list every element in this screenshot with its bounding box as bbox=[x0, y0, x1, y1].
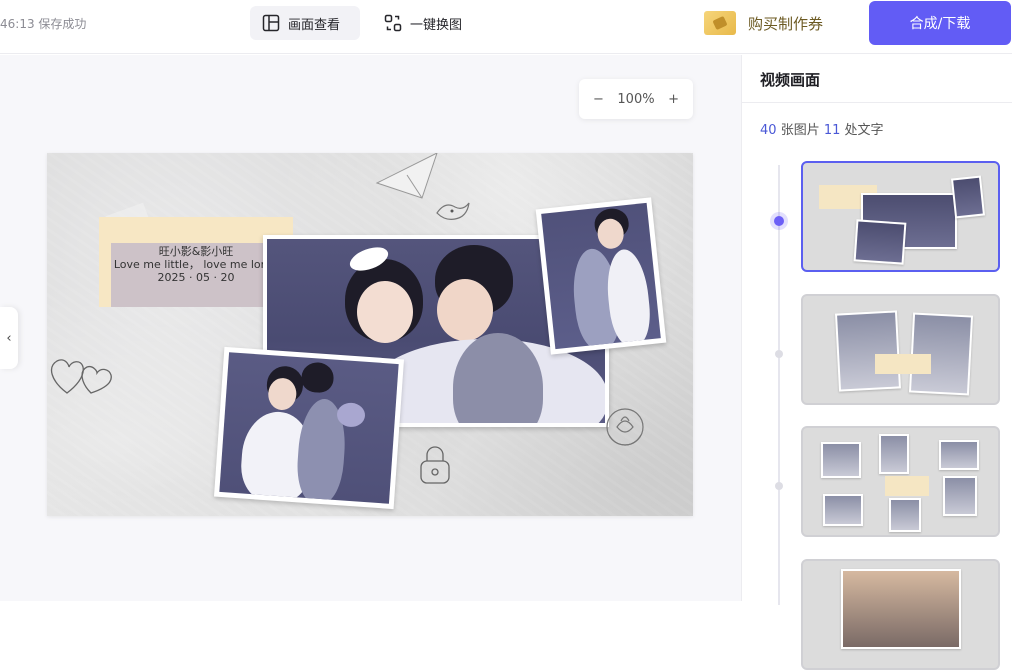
scene-list-panel: 视频画面 40 张图片 11 处文字 bbox=[741, 55, 1012, 670]
tab-view-canvas[interactable]: 画面查看 bbox=[250, 6, 360, 40]
text-count: 11 bbox=[823, 123, 841, 138]
zoom-in-button[interactable]: + bbox=[668, 92, 679, 107]
layout-icon bbox=[262, 14, 280, 32]
compose-download-button[interactable]: 合成/下载 bbox=[869, 1, 1011, 45]
timeline-dot-active bbox=[774, 216, 784, 226]
tab-view-label: 画面查看 bbox=[288, 17, 341, 33]
paper-plane-doodle bbox=[375, 153, 470, 220]
text-count-label: 处文字 bbox=[844, 123, 884, 138]
hearts-doodle bbox=[50, 359, 112, 394]
photo-bottom-left[interactable] bbox=[213, 346, 405, 510]
timeline-dot bbox=[775, 350, 783, 358]
image-count-label: 张图片 bbox=[780, 123, 820, 138]
tab-swap-label: 一键换图 bbox=[410, 17, 463, 33]
collapse-panel-button[interactable]: ‹ bbox=[0, 307, 18, 369]
canvas-area: ‹ − 100% + 旺小影&影小旺 Love me little， love … bbox=[0, 55, 741, 601]
tab-swap-image[interactable]: 一键换图 bbox=[372, 6, 482, 40]
scene-preview[interactable]: 旺小影&影小旺 Love me little， love me long. 20… bbox=[47, 153, 693, 516]
scene-thumbnail-4[interactable] bbox=[801, 559, 1000, 670]
zoom-out-button[interactable]: − bbox=[593, 92, 604, 107]
photo-top-right[interactable] bbox=[535, 197, 667, 355]
zoom-control: − 100% + bbox=[579, 79, 693, 119]
coupon-label: 购买制作券 bbox=[748, 14, 824, 33]
panel-divider bbox=[742, 102, 1012, 103]
scene-thumbnail-3[interactable] bbox=[801, 426, 1000, 537]
asset-stats: 40 张图片 11 处文字 bbox=[760, 119, 884, 138]
timeline-dot bbox=[775, 482, 783, 490]
chevron-left-icon: ‹ bbox=[6, 330, 12, 346]
save-status: 46:13 保存成功 bbox=[0, 17, 87, 31]
rose-doodle bbox=[606, 408, 644, 446]
zoom-level: 100% bbox=[617, 91, 655, 107]
scene-thumbnail-2[interactable] bbox=[801, 294, 1000, 405]
lock-doodle bbox=[420, 446, 450, 484]
coupon-icon bbox=[704, 11, 736, 35]
panel-title: 视频画面 bbox=[760, 71, 821, 89]
swap-image-icon bbox=[384, 14, 402, 32]
image-count: 40 bbox=[760, 123, 777, 138]
scene-thumbnail-1[interactable] bbox=[801, 161, 1000, 272]
buy-coupon-link[interactable]: 购买制作券 bbox=[704, 10, 823, 36]
top-toolbar: 46:13 保存成功 画面查看 一键换图 购买制作券 合成/下载 bbox=[0, 0, 1012, 54]
timeline-line bbox=[778, 165, 780, 605]
